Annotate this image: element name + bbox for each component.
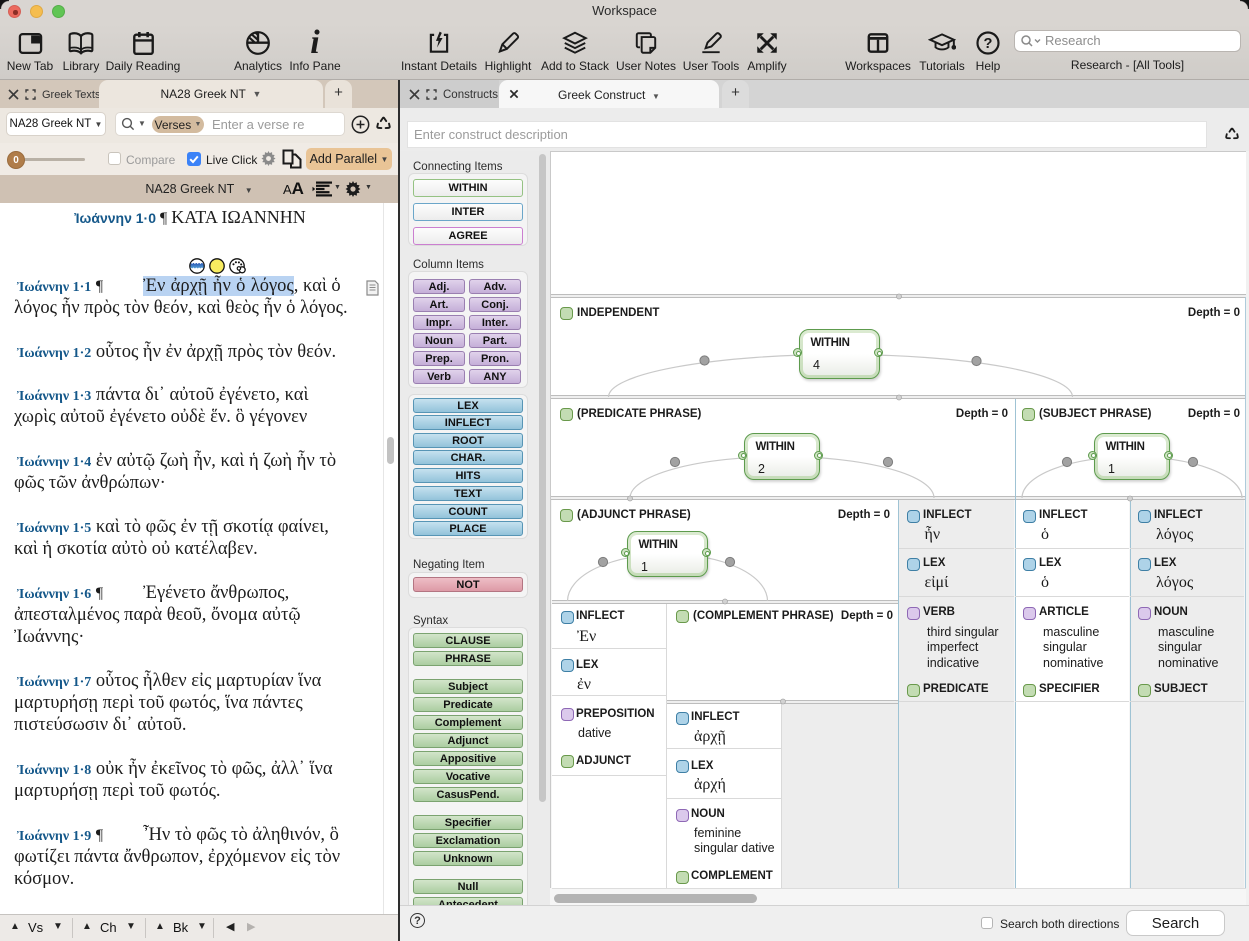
svg-text:?: ? bbox=[984, 36, 993, 52]
